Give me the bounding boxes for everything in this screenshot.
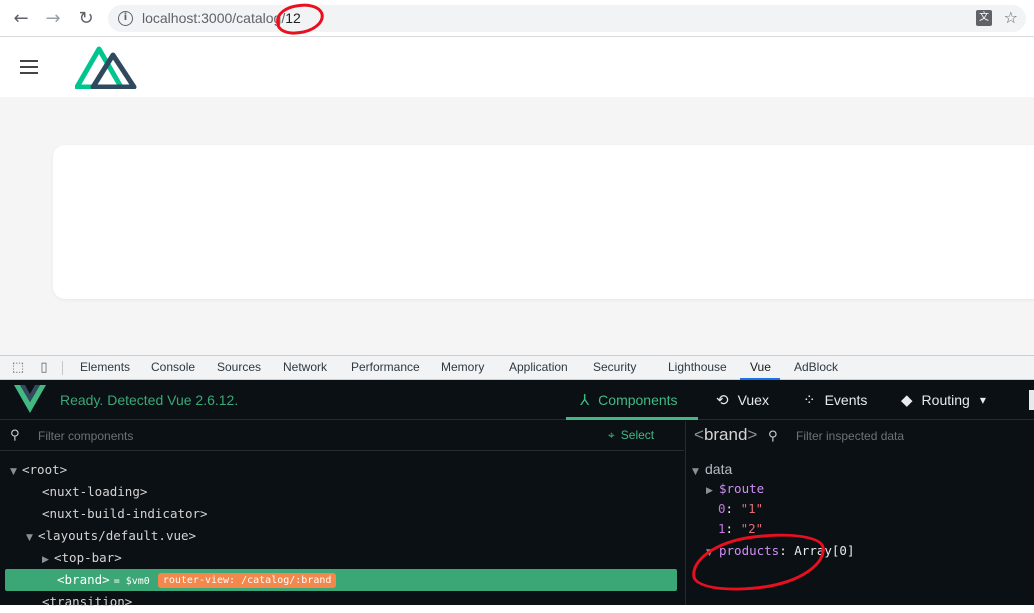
search-icon: ⚲	[768, 429, 778, 444]
inspect-element-icon[interactable]: ⬚	[10, 360, 26, 376]
tree-tag: nuxt-loading	[49, 484, 140, 499]
devtools-tabbar: ⬚ ▯ Elements Console Sources Network Per…	[0, 355, 1034, 380]
nuxt-logo[interactable]	[75, 43, 137, 89]
crosshair-icon: ⌖	[608, 428, 615, 442]
tree-tag: root	[29, 462, 60, 477]
annotation-scribble	[687, 525, 830, 599]
vue-devtools-panel: Ready. Detected Vue 2.6.12. ⅄ Components…	[0, 380, 1034, 609]
tab-events-label: Events	[824, 392, 868, 408]
collapsed-arrow-icon[interactable]: ▶	[706, 481, 719, 501]
tab-application[interactable]: Application	[509, 360, 568, 374]
vue-toolbar: Ready. Detected Vue 2.6.12. ⅄ Components…	[0, 380, 1034, 420]
tree-row[interactable]: ▶ <top-bar>	[0, 547, 684, 569]
filter-inspected-data-input[interactable]: Filter inspected data	[796, 429, 904, 443]
tab-elements[interactable]: Elements	[80, 360, 130, 374]
tree-tag: brand	[64, 572, 103, 587]
tab-components-label: Components	[598, 392, 678, 408]
events-icon: ⁘	[803, 391, 816, 409]
tree-tag: top-bar	[61, 550, 115, 565]
select-label: Select	[620, 428, 655, 442]
tab-performance[interactable]: Performance	[351, 360, 420, 374]
filter-components-input[interactable]: Filter components	[38, 429, 133, 443]
active-vue-tab-indicator	[566, 417, 698, 420]
directions-icon: ◆	[901, 391, 913, 409]
arrow-left-icon[interactable]: ←	[10, 8, 32, 30]
menu-icon[interactable]	[20, 60, 38, 74]
tab-components[interactable]: ⅄ Components	[580, 380, 678, 420]
tree-tag: layouts/default.vue	[45, 528, 189, 543]
expanded-arrow-icon[interactable]: ▼	[692, 462, 705, 482]
toolbar-divider	[62, 361, 63, 375]
tab-vuex-label: Vuex	[737, 392, 769, 408]
data-section-label: data	[705, 461, 733, 477]
tab-adblock[interactable]: AdBlock	[794, 360, 838, 374]
expanded-arrow-icon[interactable]: ▼	[26, 527, 38, 549]
tab-lighthouse[interactable]: Lighthouse	[668, 360, 727, 374]
entry-key: 1	[718, 521, 726, 536]
router-view-badge: router-view: /catalog/:brand	[157, 573, 337, 588]
tab-vue[interactable]: Vue	[750, 360, 771, 374]
tree-row[interactable]: <transition>	[0, 591, 684, 613]
history-icon: ⟲	[716, 391, 729, 409]
inspected-component-name: <brand>	[694, 425, 758, 444]
route-row[interactable]: ▶ $route	[706, 479, 764, 499]
tab-memory[interactable]: Memory	[441, 360, 484, 374]
content-card	[53, 145, 1034, 299]
tab-vuex[interactable]: ⟲ Vuex	[716, 380, 769, 420]
arrow-right-icon[interactable]: →	[42, 8, 64, 30]
search-icon: ⚲	[10, 428, 20, 443]
tree-row[interactable]: ▼ <layouts/default.vue>	[0, 525, 684, 547]
route-key: $route	[719, 481, 765, 496]
browser-toolbar: ← → ↻ i localhost:3000/catalog/12 文 ☆	[0, 0, 1034, 37]
tree-row[interactable]: <nuxt-loading>	[0, 481, 684, 503]
tab-security[interactable]: Security	[593, 360, 636, 374]
device-toolbar-icon[interactable]: ▯	[36, 360, 52, 376]
tree-row-selected[interactable]: <brand> = $vm0 router-view: /catalog/:bran…	[5, 569, 677, 591]
tree-row[interactable]: ▼ <root>	[0, 459, 684, 481]
chevron-down-icon: ▾	[979, 393, 986, 407]
collapsed-arrow-icon[interactable]: ▶	[42, 549, 54, 571]
entry-key: 0	[718, 501, 726, 516]
expanded-arrow-icon[interactable]: ▼	[10, 461, 22, 483]
tab-sources[interactable]: Sources	[217, 360, 261, 374]
tree-row[interactable]: <nuxt-build-indicator>	[0, 503, 684, 525]
tree-tag: nuxt-build-indicator	[49, 506, 201, 521]
tab-routing[interactable]: ◆ Routing ▾	[901, 380, 986, 420]
tab-events[interactable]: ⁘ Events	[803, 380, 867, 420]
vm-reference: = $vm0	[113, 576, 150, 587]
component-filter-bar: ⚲ Filter components ⌖ Select	[0, 421, 684, 451]
components-pane: ⚲ Filter components ⌖ Select ▼ <root> <nux…	[0, 421, 684, 609]
select-component-button[interactable]: ⌖ Select	[608, 428, 654, 443]
page-content	[0, 97, 1034, 355]
address-bar[interactable]: i localhost:3000/catalog/12 文 ☆	[108, 5, 1026, 32]
tab-console[interactable]: Console	[151, 360, 195, 374]
data-section-row[interactable]: ▼ data	[692, 459, 732, 479]
entry-value: "1"	[740, 501, 764, 516]
tree-tag: transition	[49, 594, 125, 609]
vue-status-text: Ready. Detected Vue 2.6.12.	[60, 392, 239, 408]
reload-icon[interactable]: ↻	[75, 8, 97, 30]
components-icon: ⅄	[580, 391, 590, 409]
app-header	[0, 37, 1034, 97]
inspector-pane: <brand> ⚲ Filter inspected data ▼ data ▶ $…	[685, 421, 1034, 605]
more-menu-edge[interactable]	[1029, 390, 1034, 410]
tab-network[interactable]: Network	[283, 360, 327, 374]
info-icon[interactable]: i	[118, 11, 133, 26]
inspected-component-tag: brand	[703, 425, 748, 444]
vue-logo	[14, 385, 46, 413]
url-host: localhost:3000/catalog/	[142, 10, 286, 26]
data-entry-row[interactable]: 0: "1"	[718, 499, 763, 519]
star-icon[interactable]: ☆	[1004, 8, 1018, 27]
translate-icon[interactable]: 文	[976, 10, 992, 26]
tab-routing-label: Routing	[921, 392, 970, 408]
